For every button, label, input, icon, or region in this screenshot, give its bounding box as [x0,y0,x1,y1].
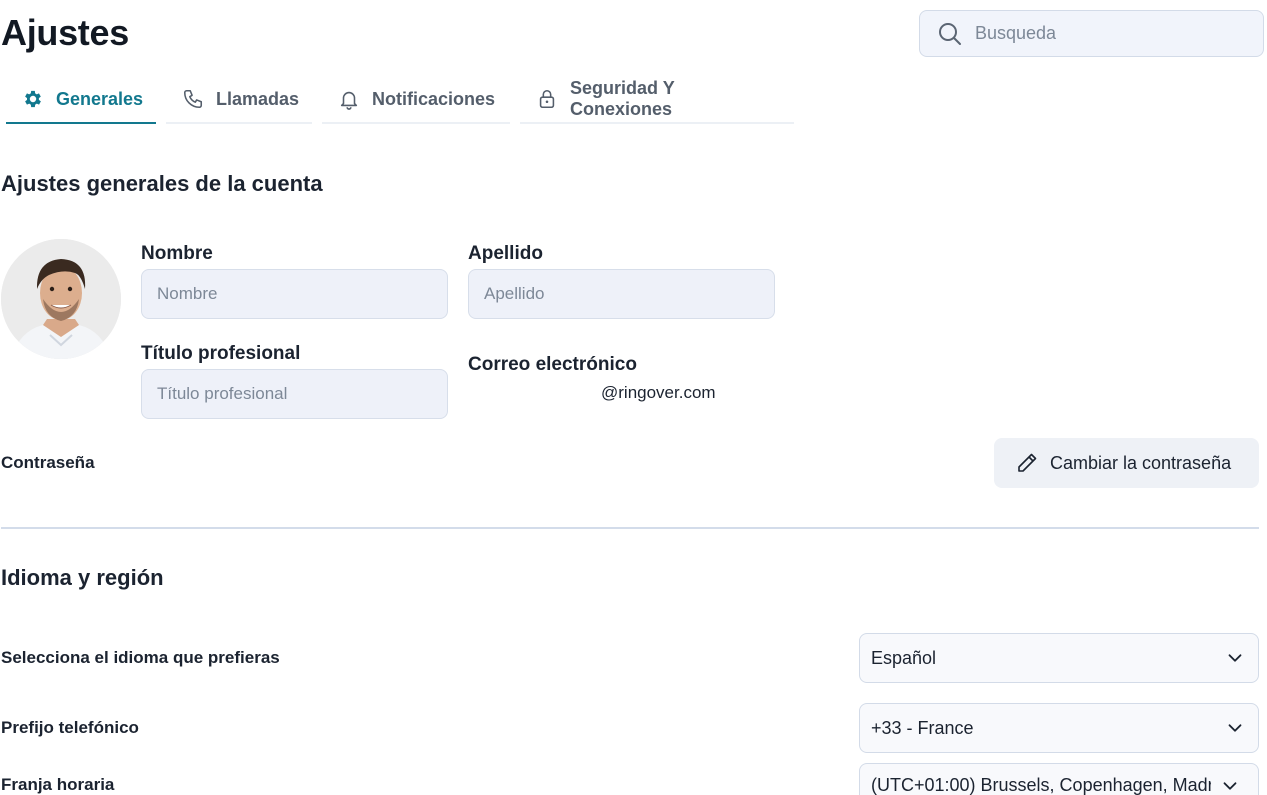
tab-notifications[interactable]: Notificaciones [322,76,510,124]
job-title-label: Título profesional [141,343,301,364]
search-icon [937,21,963,47]
chevron-down-icon [1219,775,1241,795]
prefix-label: Prefijo telefónico [1,718,139,737]
first-name-input[interactable] [141,269,448,319]
first-name-label: Nombre [141,243,213,264]
timezone-label: Franja horaria [1,775,115,794]
chevron-down-icon [1224,717,1246,739]
email-value: @ringover.com [601,383,716,402]
bell-icon [338,88,360,110]
prefix-value: +33 - France [871,717,974,738]
tab-label: Generales [56,88,144,109]
tab-security[interactable]: Seguridad Y Conexiones [520,76,794,124]
change-password-button[interactable]: Cambiar la contraseña [994,438,1259,488]
last-name-input[interactable] [468,269,775,319]
language-select[interactable]: Español [859,633,1259,683]
job-title-input[interactable] [141,369,448,419]
pencil-icon [1015,451,1039,475]
avatar[interactable] [1,239,121,359]
last-name-label: Apellido [468,243,543,264]
language-label: Selecciona el idioma que prefieras [1,648,280,667]
email-label: Correo electrónico [468,354,637,375]
password-label: Contraseña [1,453,95,472]
account-section-title: Ajustes generales de la cuenta [1,171,323,196]
tab-label: Seguridad Y Conexiones [570,78,675,119]
settings-tabs: Generales Llamadas Notificaciones Seguri… [6,76,794,124]
chevron-down-icon [1224,647,1246,669]
tab-general[interactable]: Generales [6,76,156,124]
tab-label: Llamadas [216,88,300,109]
language-value: Español [871,647,937,668]
timezone-value: (UTC+01:00) Brussels, Copenhagen, Madrid… [871,775,1211,795]
tab-label: Notificaciones [372,88,496,109]
prefix-select[interactable]: +33 - France [859,703,1259,753]
gear-icon [22,88,44,110]
region-section-title: Idioma y región [1,565,164,590]
search-input[interactable] [973,22,1247,45]
search-box[interactable] [919,10,1264,57]
tab-calls[interactable]: Llamadas [166,76,312,124]
change-password-label: Cambiar la contraseña [1050,452,1232,473]
lock-icon [536,88,558,110]
settings-page: Ajustes Generales Llamadas [0,0,1267,795]
phone-icon [182,88,204,110]
page-title: Ajustes [1,12,129,53]
timezone-select[interactable]: (UTC+01:00) Brussels, Copenhagen, Madrid… [859,763,1259,795]
section-divider [1,527,1259,529]
